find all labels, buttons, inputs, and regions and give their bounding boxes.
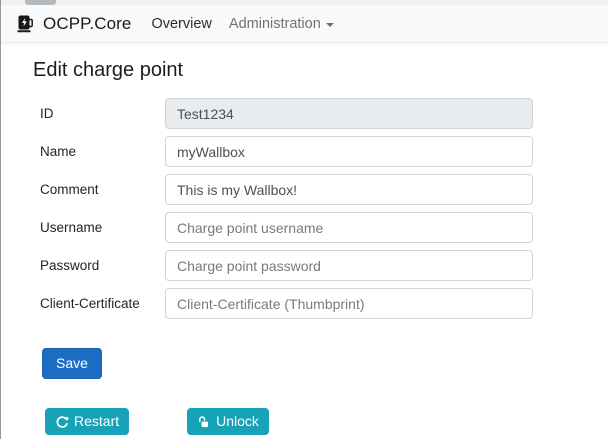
window-left-edge <box>0 0 1 439</box>
name-label: Name <box>40 144 165 159</box>
form-row-username: Username <box>40 212 608 243</box>
password-label: Password <box>40 258 165 273</box>
id-label: ID <box>40 106 165 121</box>
charge-point-form: ID Name Comment Username Password Client-Cert… <box>40 98 608 379</box>
nav-item-administration-label: Administration <box>229 16 321 32</box>
form-row-id: ID <box>40 98 608 129</box>
id-input <box>165 98 533 129</box>
chevron-down-icon <box>326 23 334 27</box>
username-label: Username <box>40 220 165 235</box>
browser-tab-fragment <box>25 0 56 5</box>
page-title: Edit charge point <box>33 58 608 82</box>
unlock-button-label: Unlock <box>216 413 259 430</box>
username-input[interactable] <box>165 212 533 243</box>
client-certificate-input[interactable] <box>165 288 533 319</box>
brand-link[interactable]: OCPP.Core <box>16 14 131 34</box>
restart-button[interactable]: Restart <box>45 408 129 435</box>
unlock-button[interactable]: Unlock <box>187 408 269 435</box>
nav-item-administration[interactable]: Administration <box>229 16 334 32</box>
navbar: OCPP.Core Overview Administration <box>0 5 608 43</box>
nav-item-overview[interactable]: Overview <box>151 16 211 32</box>
comment-label: Comment <box>40 182 165 197</box>
form-row-password: Password <box>40 250 608 281</box>
comment-input[interactable] <box>165 174 533 205</box>
form-rows: ID Name Comment Username Password Client-Cert… <box>40 98 608 319</box>
unlock-icon <box>197 415 211 429</box>
browser-chrome-fragment <box>0 0 608 5</box>
save-button[interactable]: Save <box>42 348 102 379</box>
form-row-comment: Comment <box>40 174 608 205</box>
password-input[interactable] <box>165 250 533 281</box>
form-row-client-certificate: Client-Certificate <box>40 288 608 319</box>
brand-label: OCPP.Core <box>43 14 131 34</box>
action-row: Restart Unlock <box>0 408 608 435</box>
charge-station-icon <box>16 14 36 34</box>
name-input[interactable] <box>165 136 533 167</box>
reload-icon <box>55 415 69 429</box>
form-row-name: Name <box>40 136 608 167</box>
client-certificate-label: Client-Certificate <box>40 296 165 311</box>
restart-button-label: Restart <box>74 413 119 430</box>
